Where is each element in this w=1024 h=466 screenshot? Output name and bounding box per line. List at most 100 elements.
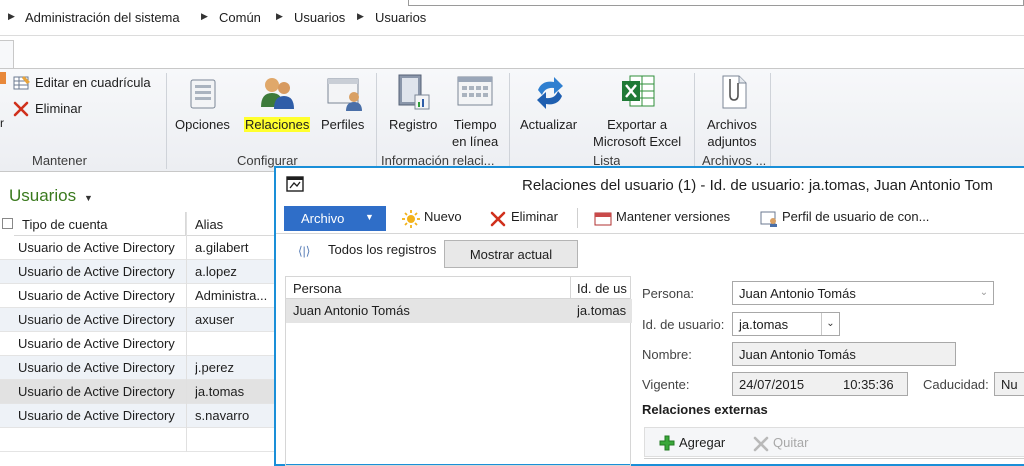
account-type-cell: Usuario de Active Directory [18, 384, 175, 399]
online-time-icon[interactable] [456, 75, 494, 109]
app-icon [286, 176, 304, 192]
alias-cell: a.gilabert [195, 240, 249, 255]
table-row-selected[interactable]: Usuario de Active Directory ja.tomas [0, 380, 280, 404]
new-button[interactable]: Nuevo [424, 209, 462, 224]
remove-icon [753, 436, 769, 452]
toolbar-separator [577, 208, 578, 228]
person-cell: Juan Antonio Tomás [293, 303, 410, 318]
alias-cell: a.lopez [195, 264, 237, 279]
column-header[interactable]: Id. de us [571, 277, 631, 299]
export-excel-button[interactable]: Exportar a Microsoft Excel [593, 116, 681, 150]
delete-button[interactable]: Eliminar [511, 209, 558, 224]
ribbon-separator [770, 73, 771, 169]
table-row[interactable]: Usuario de Active Directory axuser [0, 308, 280, 332]
edit-grid-icon [13, 76, 30, 90]
account-type-cell: Usuario de Active Directory [18, 336, 175, 351]
expiry-label: Caducidad: [923, 377, 989, 392]
export-excel-label-1: Exportar a [607, 117, 668, 132]
person-dropdown[interactable]: Juan Antonio Tomás ⌄ [732, 281, 994, 305]
ribbon-separator [376, 73, 377, 169]
options-button[interactable]: Opciones [175, 116, 230, 133]
external-relations-grid-header [644, 458, 1024, 466]
account-type-cell: Usuario de Active Directory [18, 312, 175, 327]
refresh-icon[interactable] [532, 75, 568, 111]
breadcrumb-arrow-icon: ▶ [201, 11, 208, 21]
account-type-cell: Usuario de Active Directory [18, 240, 175, 255]
attachments-icon[interactable] [718, 73, 750, 111]
user-id-label: Id. de usuario: [642, 317, 725, 332]
table-row[interactable]: Usuario de Active Directory j.perez [0, 356, 280, 380]
table-row[interactable]: Usuario de Active Directory Administra..… [0, 284, 280, 308]
name-field[interactable]: Juan Antonio Tomás [732, 342, 956, 366]
attachments-button[interactable]: Archivos adjuntos [707, 116, 757, 150]
options-icon[interactable] [188, 77, 218, 111]
table-row-selected[interactable]: Juan Antonio Tomás ja.tomas [286, 299, 632, 323]
alias-cell: s.navarro [195, 408, 250, 423]
attachments-label-1: Archivos [707, 117, 757, 132]
expand-icon[interactable]: ⟨|⟩ [298, 244, 310, 258]
table-row[interactable]: Usuario de Active Directory [0, 332, 280, 356]
valid-from-field[interactable]: 24/07/2015 10:35:36 [732, 372, 908, 396]
select-all-checkbox[interactable] [2, 218, 13, 229]
file-menu-button[interactable]: Archivo ▼ [284, 206, 386, 231]
list-title[interactable]: Usuarios [9, 186, 76, 206]
ribbon-tab-active[interactable] [0, 40, 14, 70]
edit-grid-button[interactable]: Editar en cuadrícula [35, 75, 151, 90]
breadcrumb-item[interactable]: Común [219, 10, 261, 25]
table-row[interactable]: Usuario de Active Directory a.lopez [0, 260, 280, 284]
user-id-cell: ja.tomas [577, 303, 627, 318]
account-type-cell: Usuario de Active Directory [18, 408, 175, 423]
dialog-titlebar: Relaciones del usuario (1) - Id. de usua… [276, 168, 1024, 202]
online-time-button[interactable]: Tiempo en línea [452, 116, 498, 150]
maintain-versions-button[interactable]: Mantener versiones [616, 209, 730, 224]
relations-button[interactable]: Relaciones [244, 116, 311, 133]
remove-button[interactable]: Quitar [773, 435, 808, 450]
profiles-icon[interactable] [326, 75, 364, 111]
filter-row: ⟨|⟩ Todos los registros Mostrar actual [276, 234, 1024, 274]
breadcrumb-item: Usuarios [375, 10, 427, 25]
person-label: Persona: [642, 286, 695, 301]
breadcrumb-item[interactable]: Usuarios [294, 10, 345, 25]
profiles-button[interactable]: Perfiles [321, 116, 364, 133]
valid-from-label: Vigente: [642, 377, 690, 392]
column-header[interactable]: Alias [187, 212, 280, 236]
log-button[interactable]: Registro [389, 116, 437, 133]
partial-icon [0, 72, 6, 84]
delete-icon [490, 211, 506, 227]
breadcrumb-item[interactable]: Administración del sistema [25, 10, 180, 25]
column-header[interactable]: Persona [286, 277, 571, 299]
dialog-toolbar: Archivo ▼ Nuevo Eliminar Mantener versio… [276, 202, 1024, 234]
expiry-field[interactable]: Nu [994, 372, 1024, 396]
log-icon[interactable] [397, 73, 431, 111]
relations-users-icon[interactable] [258, 74, 296, 112]
online-time-label-1: Tiempo [453, 117, 497, 132]
alias-cell: ja.tomas [195, 384, 245, 399]
chevron-down-icon[interactable]: ▼ [84, 193, 93, 203]
add-icon [659, 435, 675, 451]
dialog-title: Relaciones del usuario (1) - Id. de usua… [522, 177, 993, 194]
breadcrumb-arrow-icon: ▶ [276, 11, 283, 21]
refresh-button[interactable]: Actualizar [520, 116, 577, 133]
delete-button[interactable]: Eliminar [35, 101, 82, 116]
table-row-empty[interactable] [0, 428, 280, 452]
delete-icon [13, 101, 29, 117]
table-row[interactable]: Usuario de Active Directory a.gilabert [0, 236, 280, 260]
user-id-dropdown[interactable]: ja.tomas ⌄ [732, 312, 840, 336]
add-button[interactable]: Agregar [679, 435, 725, 450]
user-profile-button[interactable]: Perfil de usuario de con... [782, 209, 929, 224]
ribbon-separator [694, 73, 695, 169]
export-excel-label-2: Microsoft Excel [593, 134, 682, 149]
valid-from-date: 24/07/2015 [739, 377, 805, 392]
alias-cell: Administra... [195, 288, 268, 303]
ribbon-separator [166, 73, 167, 169]
ribbon-separator [509, 73, 510, 169]
alias-cell: j.perez [195, 360, 235, 375]
partial-label: r [0, 116, 4, 130]
table-row[interactable]: Usuario de Active Directory s.navarro [0, 404, 280, 428]
show-current-button[interactable]: Mostrar actual [444, 240, 578, 268]
excel-icon[interactable] [620, 73, 656, 109]
all-records-filter[interactable]: Todos los registros [328, 242, 436, 257]
breadcrumb-arrow-icon: ▶ [357, 11, 364, 21]
online-time-label-2: en línea [452, 134, 499, 149]
column-header[interactable]: Tipo de cuenta [14, 212, 186, 236]
